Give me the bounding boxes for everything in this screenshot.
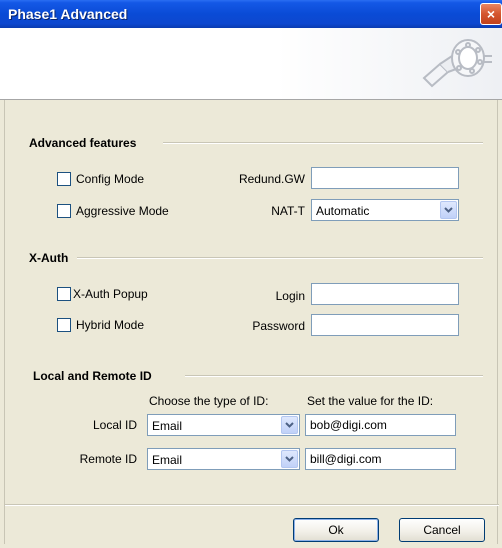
redund-gw-input[interactable] — [311, 167, 459, 189]
config-mode-label: Config Mode — [76, 172, 145, 186]
connector-icon — [422, 39, 492, 88]
remote-id-value-input[interactable]: bill@digi.com — [305, 448, 456, 470]
aggressive-mode-checkbox[interactable] — [57, 204, 71, 218]
local-id-type-select[interactable]: Email — [147, 414, 300, 436]
x-auth-popup-label: X-Auth Popup — [73, 287, 148, 301]
nat-t-value: Automatic — [316, 204, 370, 218]
local-id-label: Local ID — [92, 418, 137, 432]
x-auth-popup-checkbox[interactable] — [57, 287, 71, 301]
local-remote-id-heading: Local and Remote ID — [33, 369, 152, 383]
remote-id-type-select[interactable]: Email — [147, 448, 300, 470]
id-value-header: Set the value for the ID: — [307, 394, 434, 408]
login-label: Login — [275, 289, 305, 303]
cancel-button[interactable]: Cancel — [399, 518, 485, 542]
header-banner — [0, 28, 502, 100]
password-input[interactable] — [311, 314, 459, 336]
close-icon: × — [486, 6, 496, 22]
login-input[interactable] — [311, 283, 459, 305]
remote-id-label: Remote ID — [79, 452, 137, 466]
local-id-type-value: Email — [152, 419, 183, 433]
redund-gw-label: Redund.GW — [238, 172, 305, 186]
password-label: Password — [252, 319, 305, 333]
hybrid-mode-checkbox[interactable] — [57, 318, 71, 332]
hybrid-mode-label: Hybrid Mode — [76, 318, 145, 332]
nat-t-select[interactable]: Automatic — [311, 199, 459, 221]
chevron-down-icon[interactable] — [440, 201, 457, 219]
id-type-header: Choose the type of ID: — [149, 394, 269, 408]
footer-divider — [5, 504, 499, 506]
window-title: Phase1 Advanced — [8, 6, 128, 22]
ok-button[interactable]: Ok — [293, 518, 379, 542]
section-divider — [185, 375, 483, 377]
advanced-features-heading: Advanced features — [29, 136, 137, 150]
section-divider — [77, 257, 483, 259]
phase1-advanced-dialog: Phase1 Advanced × Advanced features Conf… — [0, 0, 502, 548]
nat-t-label: NAT-T — [271, 204, 305, 218]
chevron-down-icon[interactable] — [281, 416, 298, 434]
dialog-body: Advanced features Config Mode Aggressive… — [4, 100, 499, 544]
config-mode-checkbox[interactable] — [57, 172, 71, 186]
chevron-down-icon[interactable] — [281, 450, 298, 468]
x-auth-heading: X-Auth — [29, 251, 69, 265]
close-button[interactable]: × — [480, 3, 502, 25]
local-id-value-input[interactable]: bob@digi.com — [305, 414, 456, 436]
section-divider — [163, 142, 483, 144]
cancel-button-label: Cancel — [423, 523, 461, 537]
title-bar[interactable]: Phase1 Advanced × — [0, 0, 502, 28]
ok-button-label: Ok — [328, 523, 344, 537]
remote-id-type-value: Email — [152, 453, 183, 467]
aggressive-mode-label: Aggressive Mode — [76, 204, 169, 218]
